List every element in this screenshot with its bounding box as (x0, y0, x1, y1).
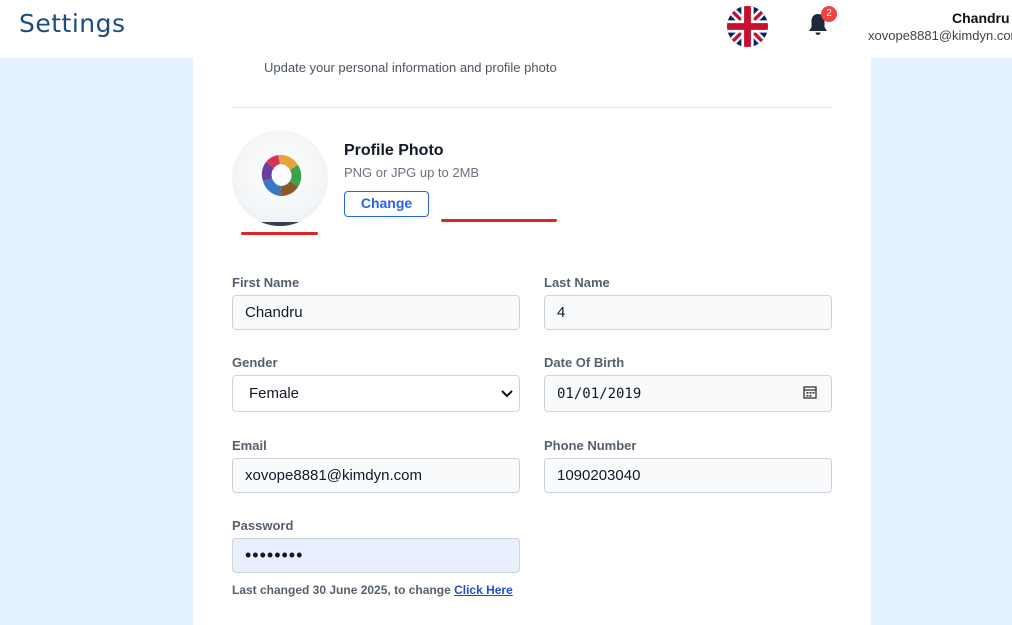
change-photo-button[interactable]: Change (344, 191, 429, 217)
gender-select[interactable]: Female (232, 375, 520, 412)
password-note-text: Last changed 30 June 2025, to change (232, 583, 455, 597)
divider (232, 107, 832, 108)
annotation-underline (441, 219, 557, 222)
profile-photo-hint: PNG or JPG up to 2MB (344, 165, 480, 180)
last-name-field[interactable]: 4 (544, 295, 832, 330)
gender-value: Female (249, 385, 300, 402)
phone-field[interactable]: 1090203040 (544, 458, 832, 493)
password-field[interactable]: •••••••• (232, 538, 520, 573)
user-email: xovope8881@kimdyn.com (868, 28, 1012, 43)
first-name-label: First Name (232, 275, 300, 290)
chevron-down-icon (501, 385, 513, 402)
uk-flag-icon[interactable] (727, 6, 768, 47)
card-subtitle: Update your personal information and pro… (264, 60, 557, 75)
page-title: Settings (19, 9, 126, 38)
dob-label: Date Of Birth (544, 355, 625, 370)
dob-field[interactable]: 01/01/2019 (544, 375, 832, 412)
password-label: Password (232, 518, 294, 533)
profile-photo-title: Profile Photo (344, 142, 444, 159)
avatar-shadow (260, 222, 300, 226)
calendar-icon[interactable] (803, 385, 817, 403)
top-bar: Settings 2 Chandru xovope8881@kimdyn.com (0, 0, 1012, 58)
phone-label: Phone Number (544, 438, 637, 453)
email-field[interactable]: xovope8881@kimdyn.com (232, 458, 520, 493)
click-here-link[interactable]: Click Here (454, 583, 513, 597)
dob-value: 01/01/2019 (557, 385, 642, 402)
profile-card: Update your personal information and pro… (193, 58, 871, 625)
avatar-logo-icon (261, 154, 302, 197)
email-label: Email (232, 438, 267, 453)
password-change-note: Last changed 30 June 2025, to change Cli… (232, 583, 513, 597)
last-name-label: Last Name (544, 275, 610, 290)
gender-label: Gender (232, 355, 278, 370)
first-name-field[interactable]: Chandru (232, 295, 520, 330)
user-name: Chandru (952, 10, 1010, 26)
annotation-underline (241, 232, 318, 235)
notification-badge: 2 (821, 6, 837, 22)
avatar (232, 130, 328, 226)
